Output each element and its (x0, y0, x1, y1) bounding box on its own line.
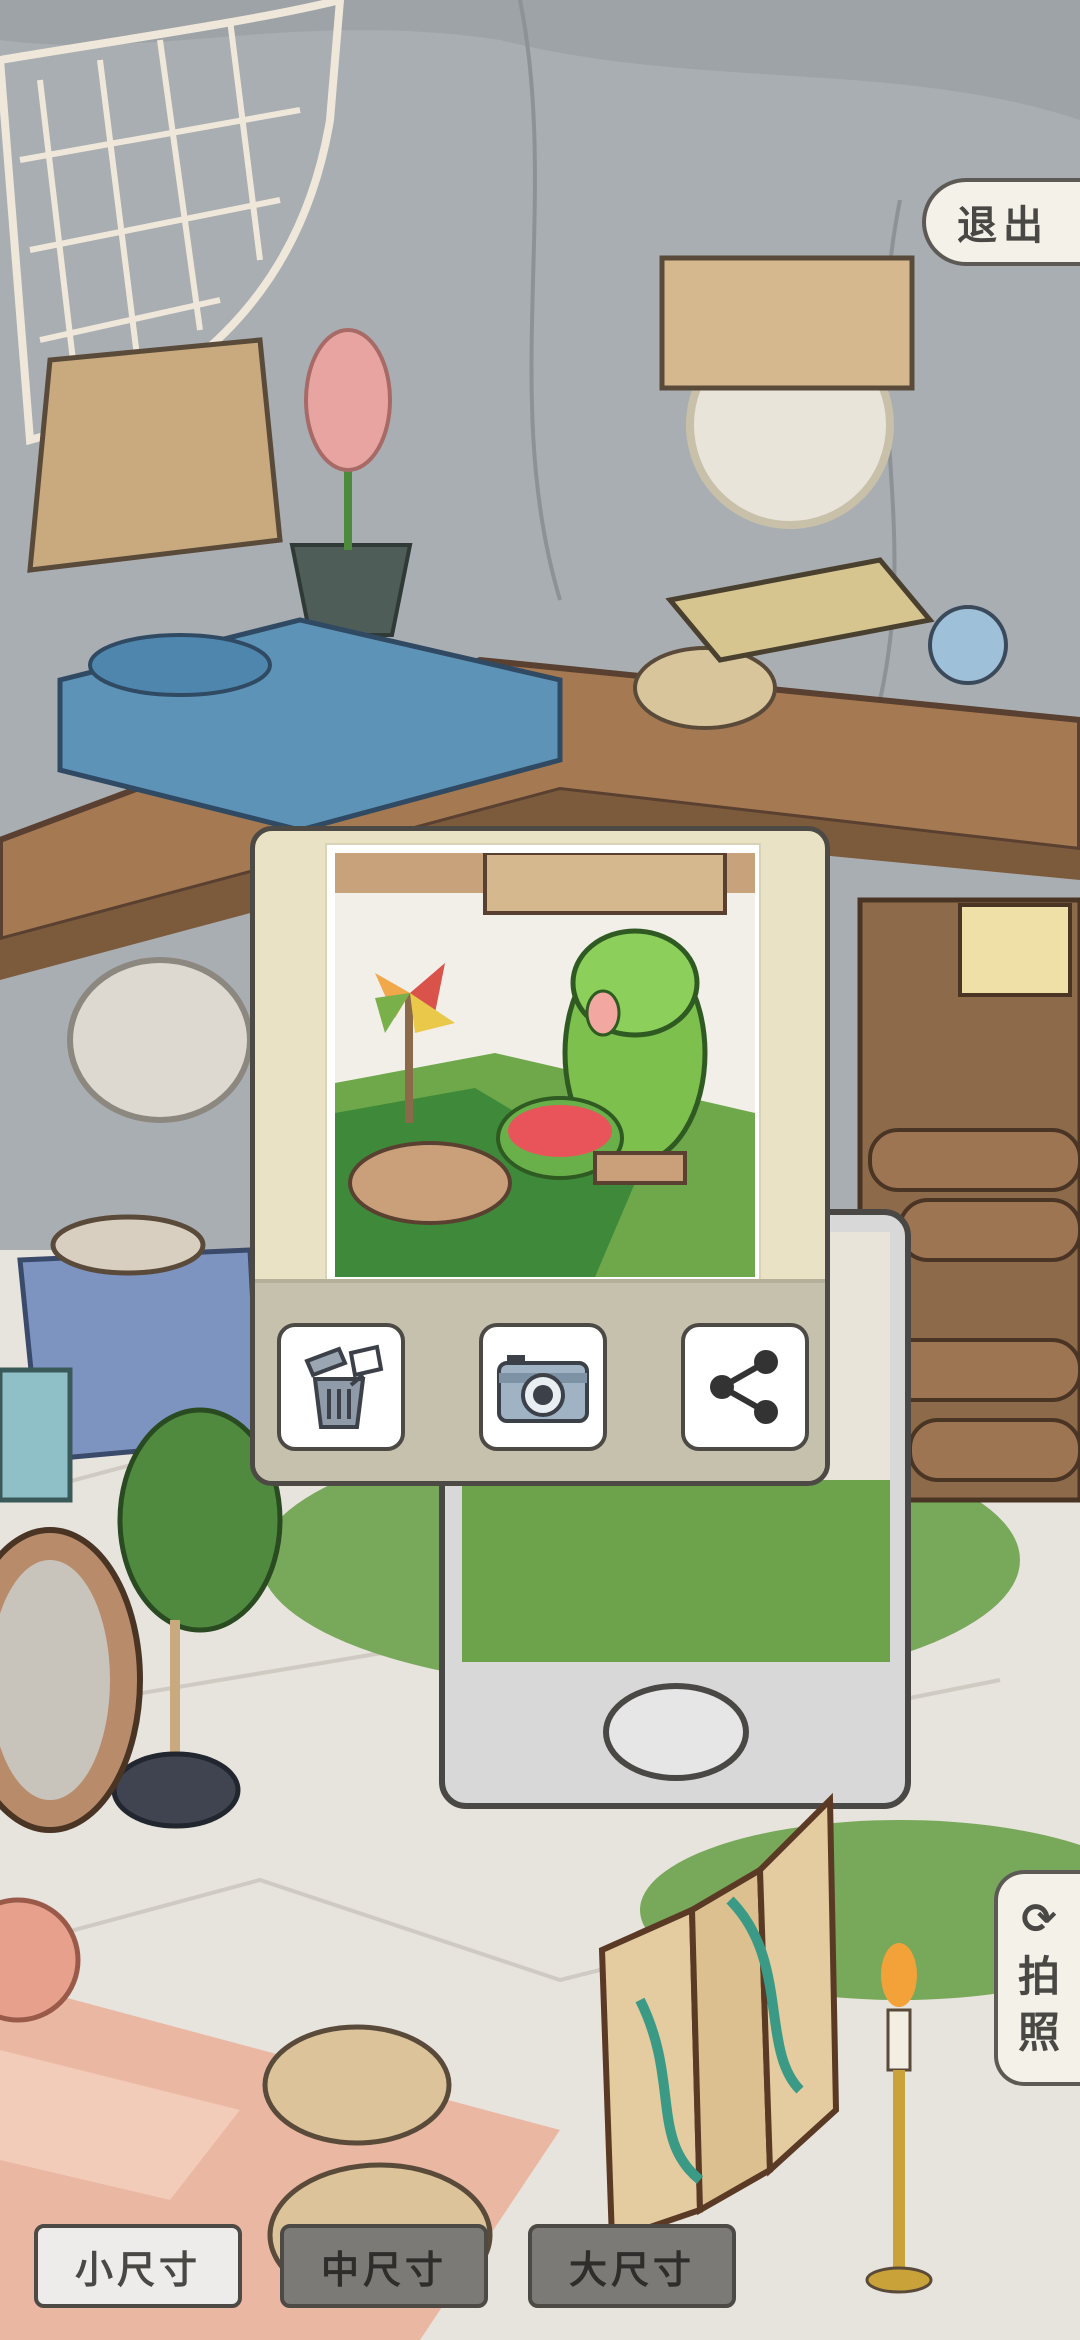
photo-label-2: 照 (1017, 2008, 1060, 2057)
delete-photo-button[interactable] (277, 1323, 405, 1451)
captured-photo[interactable] (325, 843, 761, 1283)
size-small-button[interactable]: 小尺寸 (34, 2224, 242, 2308)
size-medium-label: 中尺寸 (320, 2247, 447, 2292)
size-medium-button[interactable]: 中尺寸 (280, 2224, 488, 2308)
size-small-label: 小尺寸 (74, 2247, 201, 2292)
take-photo-button[interactable]: ⟳ 拍 照 (994, 1870, 1080, 2086)
photo-frog-image (335, 853, 755, 1277)
refresh-icon: ⟳ (1021, 1894, 1057, 1943)
photo-label-1: 拍 (1017, 1952, 1060, 2001)
share-photo-button[interactable] (681, 1323, 809, 1451)
photo-preview-panel (250, 826, 830, 1486)
share-icon (710, 1350, 778, 1424)
size-large-button[interactable]: 大尺寸 (528, 2224, 736, 2308)
camera-icon (497, 1355, 589, 1423)
size-large-label: 大尺寸 (568, 2247, 695, 2292)
save-photo-button[interactable] (479, 1323, 607, 1451)
exit-button[interactable]: 退出 (922, 178, 1080, 266)
exit-label: 退出 (957, 203, 1049, 249)
trash-icon (304, 1344, 384, 1429)
